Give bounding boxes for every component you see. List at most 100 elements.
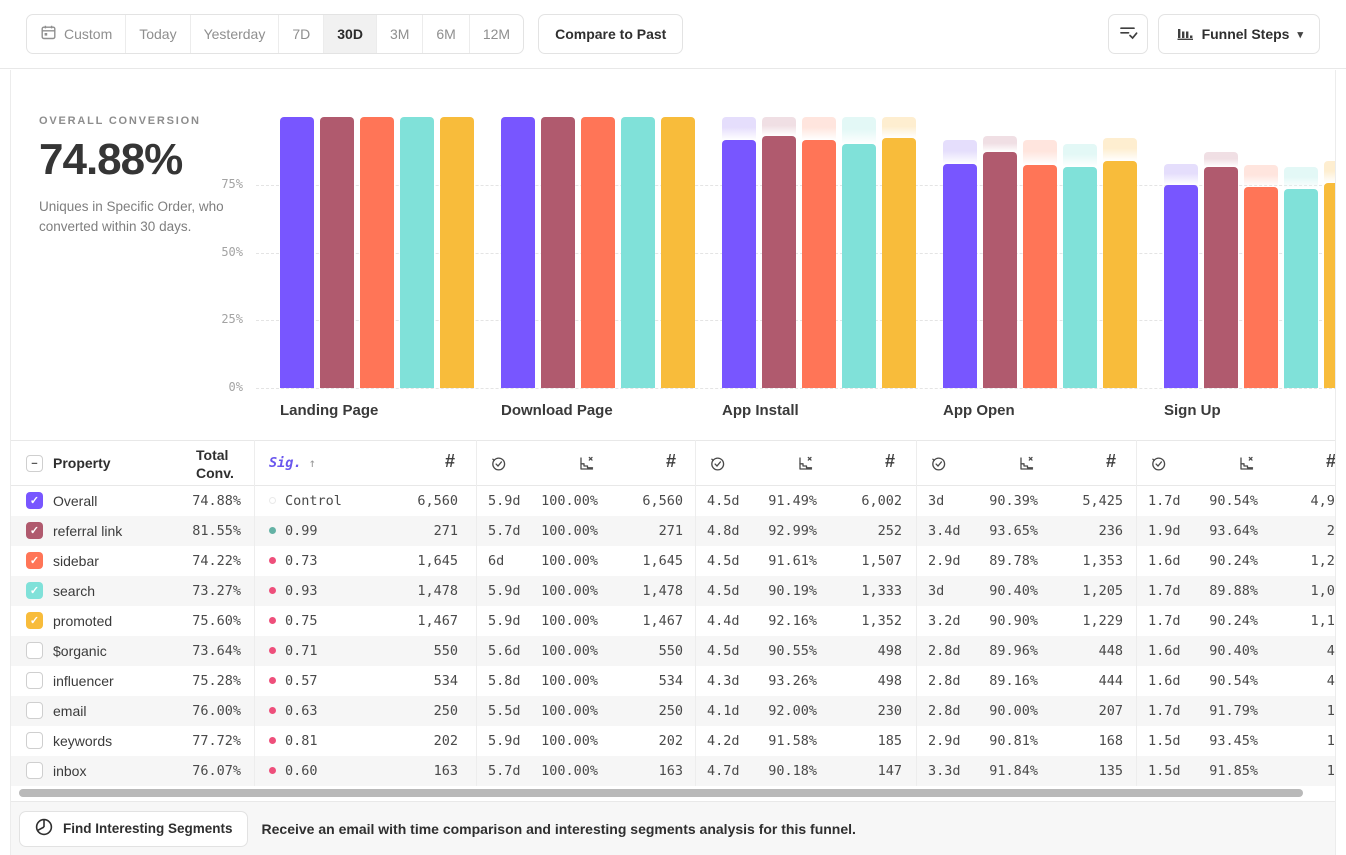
step-count: 1,507 [802,546,902,576]
funnel-bar[interactable] [360,117,394,388]
funnel-bar[interactable] [581,117,615,388]
funnel-bar[interactable] [762,136,796,388]
sig-dot [269,497,276,504]
view-selector-button[interactable]: Funnel Steps ▾ [1158,14,1320,54]
funnel-bar[interactable] [1103,161,1137,388]
hash-icon[interactable]: # [666,451,676,472]
date-range-custom[interactable]: Custom [27,15,126,53]
hash-icon[interactable]: # [1106,451,1116,472]
date-range-6m[interactable]: 6M [423,15,469,53]
hash-icon[interactable]: # [445,451,455,472]
funnel-bar[interactable] [983,152,1017,388]
step-count: 163 [358,756,458,786]
total-conv-column-header[interactable]: Total Conv. [196,446,248,482]
step-count: 12 [1243,756,1336,786]
sig-value: 0.93 [269,576,318,606]
funnel-bar[interactable] [1324,183,1336,388]
clock-check-icon[interactable] [930,455,947,477]
funnel-bar[interactable] [1244,187,1278,388]
table-row[interactable]: keywords77.72%0.812025.9d 100.00% 2024.2… [11,726,1336,756]
date-range-30d[interactable]: 30D [324,15,377,53]
step-count: 185 [802,726,902,756]
total-conv-value: 75.60% [141,606,241,636]
funnel-bar[interactable] [842,144,876,388]
step-count: 250 [358,696,458,726]
property-checkbox[interactable]: ✓ [26,522,43,539]
table-row[interactable]: ✓search73.27%0.931,4785.9d 100.00% 1,478… [11,576,1336,606]
compare-to-past-button[interactable]: Compare to Past [538,14,683,54]
funnel-bar[interactable] [1063,167,1097,388]
funnel-step-label: App Install [722,402,799,419]
funnel-bar[interactable] [280,117,314,388]
property-checkbox[interactable] [26,672,43,689]
funnel-bar[interactable] [541,117,575,388]
date-range-12m[interactable]: 12M [470,15,523,53]
clock-check-icon[interactable] [709,455,726,477]
step-count: 1,478 [358,576,458,606]
chart-options-button[interactable] [1108,14,1148,54]
funnel-bar[interactable] [621,117,655,388]
table-row[interactable]: email76.00%0.632505.5d 100.00% 2504.1d 9… [11,696,1336,726]
sig-dot [269,677,276,684]
step-count: 1,205 [1023,576,1123,606]
clock-check-icon[interactable] [490,455,507,477]
funnel-bar[interactable] [802,140,836,388]
date-range-yesterday[interactable]: Yesterday [191,15,280,53]
toolbar-right-actions: Funnel Steps ▾ [1108,14,1320,54]
step-count: 1,645 [358,546,458,576]
step-count: 1,22 [1243,546,1336,576]
chart-falloff-icon[interactable] [1018,455,1035,477]
horizontal-scrollbar-thumb[interactable] [19,789,1303,797]
funnel-bar[interactable] [722,140,756,388]
hash-icon[interactable]: # [885,451,895,472]
property-checkbox[interactable] [26,702,43,719]
chart-falloff-icon[interactable] [797,455,814,477]
property-checkbox[interactable] [26,762,43,779]
sig-dot [269,617,276,624]
sig-dot [269,587,276,594]
table-row[interactable]: $organic73.64%0.715505.6d 100.00% 5504.5… [11,636,1336,666]
table-row[interactable]: ✓promoted75.60%0.751,4675.9d 100.00% 1,4… [11,606,1336,636]
total-conv-value: 73.64% [141,636,241,666]
sig-dot [269,527,276,534]
funnel-bar[interactable] [440,117,474,388]
property-name: email [53,696,86,726]
total-conv-value: 76.00% [141,696,241,726]
funnel-bar[interactable] [943,164,977,388]
table-row[interactable]: ✓sidebar74.22%0.731,6456d 100.00% 1,6454… [11,546,1336,576]
sig-column-header[interactable]: Sig. ↑ [269,455,316,471]
property-checkbox[interactable]: ✓ [26,582,43,599]
table-row[interactable]: ✓Overall74.88%Control6,5605.9d 100.00% 6… [11,486,1336,516]
funnel-bar[interactable] [1284,189,1318,388]
funnel-bar[interactable] [661,117,695,388]
select-all-checkbox[interactable]: − [26,455,43,472]
table-row[interactable]: ✓referral link81.55%0.992715.7d 100.00% … [11,516,1336,546]
funnel-bar[interactable] [1023,165,1057,388]
property-checkbox[interactable]: ✓ [26,612,43,629]
funnel-bar[interactable] [501,117,535,388]
date-range-today[interactable]: Today [126,15,190,53]
hash-icon[interactable]: # [1326,451,1336,472]
bar-dropoff-cap [1204,152,1238,167]
table-row[interactable]: inbox76.07%0.601635.7d 100.00% 1634.7d 9… [11,756,1336,786]
funnel-bar[interactable] [1164,185,1198,388]
funnel-bar[interactable] [320,117,354,388]
clock-check-icon[interactable] [1150,455,1167,477]
property-checkbox[interactable] [26,642,43,659]
property-column-header[interactable]: Property [53,455,111,471]
funnel-bar[interactable] [882,138,916,388]
chart-falloff-icon[interactable] [1238,455,1255,477]
funnel-bar[interactable] [1204,167,1238,388]
property-checkbox[interactable] [26,732,43,749]
property-checkbox[interactable]: ✓ [26,492,43,509]
date-range-7d[interactable]: 7D [279,15,324,53]
find-interesting-segments-button[interactable]: Find Interesting Segments [19,811,248,847]
sig-dot [269,707,276,714]
table-row[interactable]: influencer75.28%0.575345.8d 100.00% 5344… [11,666,1336,696]
funnel-bar[interactable] [400,117,434,388]
property-checkbox[interactable]: ✓ [26,552,43,569]
bar-dropoff-cap [1063,144,1097,167]
date-range-3m[interactable]: 3M [377,15,423,53]
chart-falloff-icon[interactable] [578,455,595,477]
step-count: 444 [1023,666,1123,696]
